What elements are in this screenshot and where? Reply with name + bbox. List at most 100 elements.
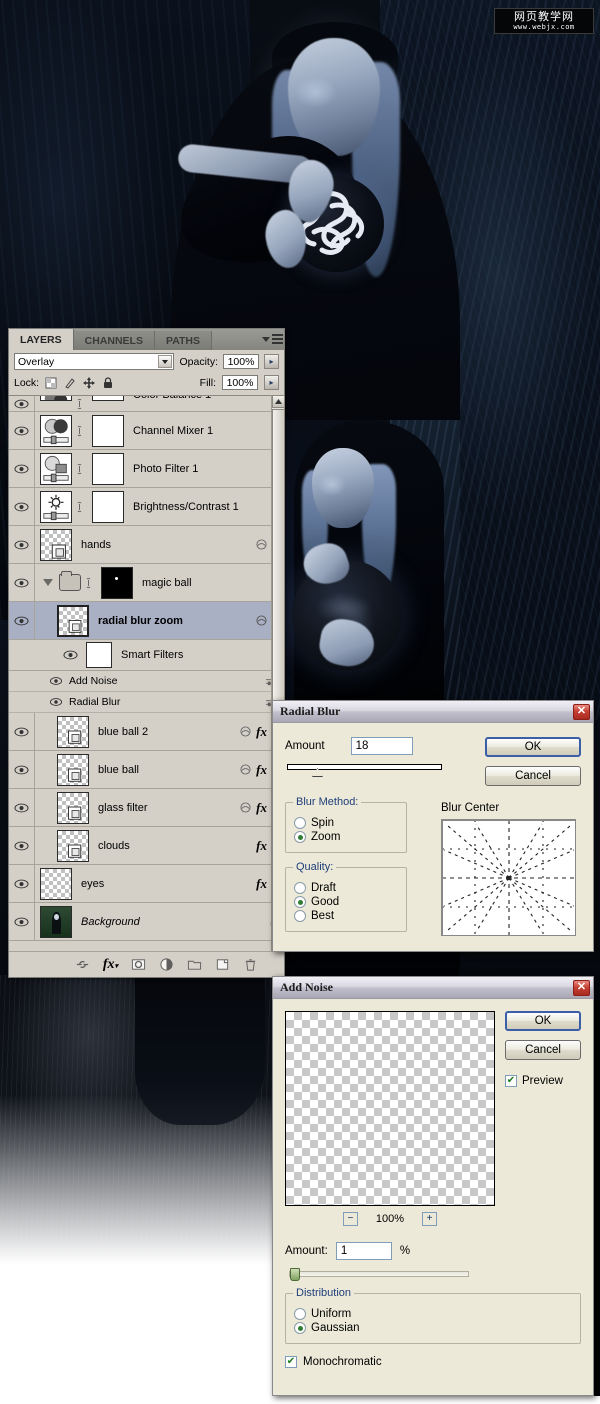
- opacity-input[interactable]: 100%: [223, 354, 259, 369]
- layer-thumbnail-adjustment[interactable]: [40, 396, 72, 401]
- radio-spin[interactable]: Spin: [294, 817, 398, 829]
- layer-effects-fx-icon[interactable]: fx: [256, 876, 267, 892]
- dialog-title-bar[interactable]: Radial Blur ✕: [273, 701, 593, 723]
- layer-effects-fx-icon[interactable]: fx: [256, 762, 267, 778]
- layer-name[interactable]: Channel Mixer 1: [133, 425, 284, 437]
- cancel-button[interactable]: Cancel: [505, 1040, 581, 1060]
- layer-row-radial-blur-zoom[interactable]: radial blur zoom: [9, 602, 284, 640]
- layer-thumbnail-background[interactable]: [40, 905, 72, 938]
- amount-slider[interactable]: [287, 764, 442, 777]
- layer-name[interactable]: blue ball 2: [98, 726, 240, 738]
- layer-row-magic-ball-group[interactable]: magic ball: [9, 564, 284, 602]
- link-layers-icon[interactable]: [75, 957, 90, 972]
- radial-blur-dialog[interactable]: Radial Blur ✕ Amount 18 OK Cancel Blur M…: [272, 700, 594, 952]
- cancel-button[interactable]: Cancel: [485, 766, 581, 786]
- zoom-in-button[interactable]: +: [422, 1212, 438, 1226]
- eye-icon[interactable]: [49, 676, 63, 686]
- layer-name[interactable]: Brightness/Contrast 1: [133, 501, 284, 513]
- delete-layer-icon[interactable]: [243, 957, 258, 972]
- layer-name[interactable]: clouds: [98, 840, 256, 852]
- amount-input[interactable]: 18: [350, 737, 413, 755]
- layer-thumbnail[interactable]: [40, 867, 72, 900]
- layer-row-color-balance-1[interactable]: Color Balance 1: [9, 396, 284, 412]
- radio-draft[interactable]: Draft: [294, 882, 398, 894]
- layer-name[interactable]: magic ball: [142, 577, 284, 589]
- dialog-title-bar[interactable]: Add Noise ✕: [273, 977, 593, 999]
- visibility-toggle[interactable]: [9, 602, 35, 639]
- layer-effects-fx-icon[interactable]: fx: [256, 838, 267, 854]
- lock-transparency-icon[interactable]: [45, 377, 57, 389]
- layer-thumbnail-adjustment[interactable]: [40, 452, 72, 485]
- scroll-up-button[interactable]: [272, 395, 285, 408]
- new-adjustment-layer-icon[interactable]: [159, 957, 174, 972]
- layer-name[interactable]: Background: [81, 916, 269, 928]
- eye-icon[interactable]: [14, 464, 29, 474]
- ok-button[interactable]: OK: [505, 1011, 581, 1031]
- radio-indicator[interactable]: [294, 882, 306, 894]
- add-mask-icon[interactable]: [131, 957, 146, 972]
- layer-mask-thumbnail[interactable]: [92, 414, 124, 447]
- smart-filter-name[interactable]: Add Noise: [69, 675, 259, 687]
- tab-layers[interactable]: LAYERS: [9, 329, 74, 350]
- layer-name[interactable]: glass filter: [98, 802, 240, 814]
- smart-filter-mask-thumbnail[interactable]: [86, 642, 112, 668]
- group-mask-thumbnail[interactable]: [101, 566, 133, 599]
- layer-name[interactable]: Color Balance 1: [133, 396, 284, 401]
- visibility-toggle[interactable]: [9, 789, 35, 826]
- group-disclosure-triangle-icon[interactable]: [43, 579, 53, 586]
- mask-link-icon[interactable]: [75, 425, 84, 437]
- ok-button[interactable]: OK: [485, 737, 581, 757]
- opacity-stepper-icon[interactable]: ▸: [264, 354, 279, 369]
- radio-gaussian[interactable]: Gaussian: [294, 1322, 572, 1334]
- smart-object-icon[interactable]: [240, 764, 251, 775]
- layers-panel-toolbar[interactable]: fx▾: [9, 951, 284, 977]
- layer-row-channel-mixer-1[interactable]: Channel Mixer 1: [9, 412, 284, 450]
- layer-thumbnail-smart-object[interactable]: [57, 829, 89, 862]
- layer-name[interactable]: radial blur zoom: [98, 615, 256, 627]
- visibility-toggle[interactable]: [9, 903, 35, 940]
- eye-icon[interactable]: [14, 502, 29, 512]
- layer-thumbnail-smart-object[interactable]: [57, 791, 89, 824]
- eye-icon[interactable]: [14, 765, 29, 775]
- smart-filter-add-noise[interactable]: Add Noise: [9, 671, 284, 692]
- layers-panel[interactable]: LAYERS CHANNELS PATHS Overlay Opacity: 1…: [8, 328, 285, 978]
- eye-icon[interactable]: [14, 399, 29, 409]
- panel-menu-icon[interactable]: [262, 332, 283, 346]
- smart-object-icon[interactable]: [240, 726, 251, 737]
- radio-indicator-selected[interactable]: [294, 1322, 306, 1334]
- visibility-toggle[interactable]: [9, 488, 35, 525]
- layer-row-blue-ball[interactable]: blue ball fx: [9, 751, 284, 789]
- lock-position-move-icon[interactable]: [83, 376, 96, 389]
- tab-paths[interactable]: PATHS: [154, 331, 213, 350]
- layer-style-fx-icon[interactable]: fx▾: [103, 957, 118, 973]
- visibility-toggle[interactable]: [9, 450, 35, 487]
- preview-checkbox-row[interactable]: Preview: [505, 1075, 581, 1087]
- layer-row-photo-filter-1[interactable]: Photo Filter 1: [9, 450, 284, 488]
- mask-link-icon[interactable]: [84, 577, 93, 589]
- close-icon[interactable]: ✕: [573, 979, 590, 996]
- amount-slider[interactable]: [289, 1268, 469, 1281]
- smart-filter-name[interactable]: Radial Blur: [69, 696, 259, 708]
- layer-row-blue-ball-2[interactable]: blue ball 2 fx: [9, 713, 284, 751]
- visibility-toggle[interactable]: [9, 412, 35, 449]
- eye-icon[interactable]: [14, 879, 29, 889]
- noise-preview[interactable]: [285, 1011, 495, 1206]
- eye-icon[interactable]: [63, 650, 78, 660]
- visibility-toggle[interactable]: [9, 827, 35, 864]
- layer-row-background[interactable]: Background: [9, 903, 284, 941]
- layer-row-brightness-contrast-1[interactable]: Brightness/Contrast 1: [9, 488, 284, 526]
- eye-icon[interactable]: [14, 803, 29, 813]
- smart-object-icon[interactable]: [256, 539, 267, 550]
- tab-channels[interactable]: CHANNELS: [73, 331, 155, 350]
- mask-link-icon[interactable]: [75, 398, 84, 410]
- layer-name[interactable]: Photo Filter 1: [133, 463, 284, 475]
- smart-object-icon[interactable]: [240, 802, 251, 813]
- chevron-down-icon[interactable]: [158, 355, 173, 368]
- layer-thumbnail-adjustment[interactable]: [40, 414, 72, 447]
- amount-slider-thumb[interactable]: [312, 768, 323, 777]
- layer-mask-thumbnail[interactable]: [92, 490, 124, 523]
- layer-name[interactable]: blue ball: [98, 764, 240, 776]
- fill-stepper-icon[interactable]: ▸: [264, 375, 279, 390]
- preview-checkbox[interactable]: [505, 1075, 517, 1087]
- smart-object-icon[interactable]: [256, 615, 267, 626]
